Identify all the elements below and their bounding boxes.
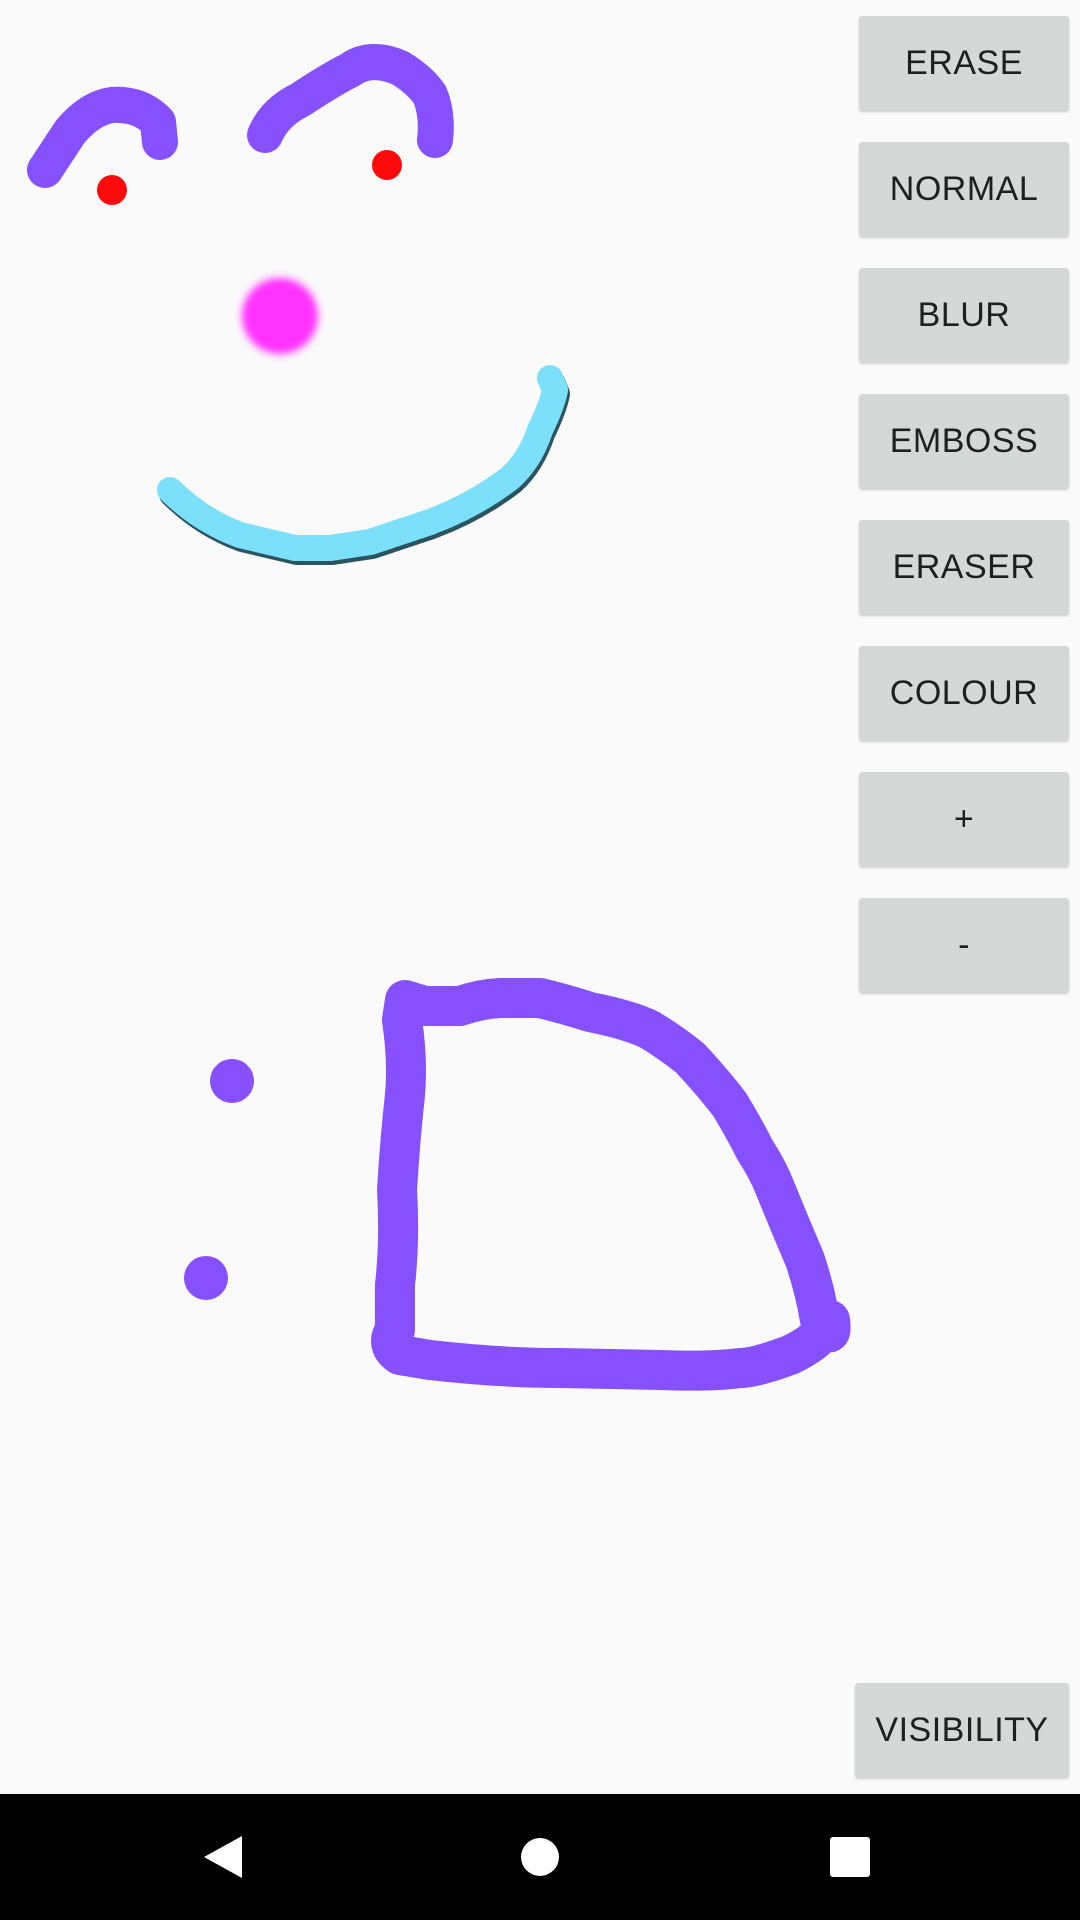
colour-button[interactable]: COLOUR: [859, 646, 1069, 740]
embossed-smile-stroke: [157, 365, 568, 561]
left-eye-dot: [97, 175, 127, 205]
system-navigation-bar: [0, 1794, 1080, 1920]
lower-purple-dot: [184, 1256, 228, 1300]
home-circle-icon: [521, 1838, 559, 1876]
decrease-size-button[interactable]: -: [859, 898, 1069, 992]
upper-purple-dot: [210, 1059, 254, 1103]
emboss-button[interactable]: EMBOSS: [859, 394, 1069, 488]
normal-button[interactable]: NORMAL: [859, 142, 1069, 236]
quarter-shape-stroke: [371, 978, 851, 1391]
tool-button-column: ERASE NORMAL BLUR EMBOSS ERASER COLOUR +…: [859, 16, 1069, 1024]
right-eye-dot: [372, 150, 402, 180]
drawing-app: ERASE NORMAL BLUR EMBOSS ERASER COLOUR +…: [0, 0, 1080, 1794]
visibility-button[interactable]: VISIBILITY: [855, 1683, 1069, 1777]
blur-button[interactable]: BLUR: [859, 268, 1069, 362]
back-button[interactable]: [155, 1794, 295, 1920]
back-triangle-icon: [204, 1836, 242, 1878]
increase-size-button[interactable]: +: [859, 772, 1069, 866]
erase-button[interactable]: ERASE: [859, 16, 1069, 110]
home-button[interactable]: [470, 1794, 610, 1920]
blurred-nose-dot: [242, 278, 318, 354]
recents-square-icon: [830, 1837, 870, 1877]
left-eyebrow-stroke: [27, 86, 178, 188]
eraser-button[interactable]: ERASER: [859, 520, 1069, 614]
recents-button[interactable]: [780, 1794, 920, 1920]
right-eyebrow-stroke: [247, 44, 454, 158]
